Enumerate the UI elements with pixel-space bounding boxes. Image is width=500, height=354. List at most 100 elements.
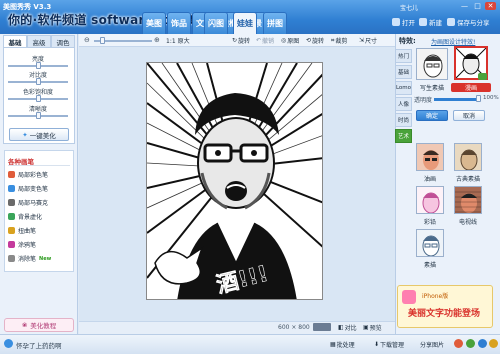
open-button[interactable]: 打开 xyxy=(392,17,415,27)
saturation-knob[interactable] xyxy=(36,95,41,102)
brush-item[interactable]: 局部马赛克 xyxy=(8,198,48,207)
tool-label: 旋转 xyxy=(238,38,251,45)
tab-advanced[interactable]: 高级 xyxy=(27,35,51,47)
recolor-brush-icon xyxy=(8,185,15,192)
tool-label: 旋转 xyxy=(312,38,325,45)
save-share-label: 保存与分享 xyxy=(457,19,490,27)
effect-thumb[interactable] xyxy=(416,143,444,171)
effect-label: 古典素描 xyxy=(455,176,480,183)
opacity-slider[interactable] xyxy=(434,98,480,101)
rotate-button[interactable]: ↻ 旋转 xyxy=(232,36,250,45)
tab-collage[interactable]: 拼图 xyxy=(263,12,287,34)
tab-flash[interactable]: 闪图 xyxy=(204,12,228,34)
image-size: 600 × 800 xyxy=(278,324,310,331)
actual-size-button[interactable]: 1:1 原大 xyxy=(166,36,190,45)
rotate-icon: ⟲ xyxy=(306,37,312,44)
tool-label: 撤销 xyxy=(262,38,275,45)
status-text: 怀孕了上药药啊 xyxy=(16,342,62,350)
tool-label: 原图 xyxy=(287,38,300,45)
new-button[interactable]: 新建 xyxy=(419,17,442,27)
compare-button[interactable]: ◧ 对比 xyxy=(338,323,357,332)
effect-thumb[interactable] xyxy=(416,229,444,257)
tab-accessories[interactable]: 饰品 xyxy=(167,12,191,34)
zoom-out-icon[interactable]: ⊖ xyxy=(84,36,90,44)
pencil-sketch-face-image xyxy=(417,230,443,256)
brush-item[interactable]: 局部彩色笔 xyxy=(8,170,48,179)
crop-button[interactable]: ⌗ 裁剪 xyxy=(331,36,347,46)
effects-title: 特效: xyxy=(399,37,416,45)
brightness-knob[interactable] xyxy=(36,62,41,69)
manga-portrait-image: 酒!!! xyxy=(147,63,322,299)
share-button[interactable]: 分享图片 xyxy=(420,340,444,349)
zoom-knob[interactable] xyxy=(100,37,105,44)
sharpness-knob[interactable] xyxy=(36,112,41,119)
brush-item[interactable]: 涂鸦笔 xyxy=(8,240,36,249)
tab-doll[interactable]: 娃娃 xyxy=(233,12,257,34)
original-icon: ◎ xyxy=(281,37,287,44)
contrast-knob[interactable] xyxy=(36,78,41,85)
oil-painting-face-image xyxy=(417,144,443,170)
download-label: 下载管理 xyxy=(380,342,405,349)
tab-basic-effects[interactable]: 基础 xyxy=(395,65,412,79)
weibo-icon[interactable] xyxy=(454,339,463,348)
confirm-button[interactable]: 确定 xyxy=(416,110,448,121)
cancel-button[interactable]: 取消 xyxy=(453,110,485,121)
effect-thumb[interactable] xyxy=(454,186,482,214)
phone-icon xyxy=(402,290,416,304)
preview-button[interactable]: ▣ 预览 xyxy=(363,323,382,332)
renren-icon[interactable] xyxy=(478,339,487,348)
rotate-button-2[interactable]: ⟲ 旋转 xyxy=(306,36,324,45)
tab-art[interactable]: 艺术 xyxy=(395,129,412,143)
selected-check-icon xyxy=(478,73,487,80)
effect-thumb[interactable] xyxy=(416,186,444,214)
blur-brush-icon xyxy=(8,213,15,220)
magic-wand-icon: ✦ xyxy=(22,130,28,139)
effect-label: 写生素描 xyxy=(419,85,444,92)
compare-label: 对比 xyxy=(344,325,357,332)
classic-sketch-face-image xyxy=(455,144,481,170)
effect-thumb[interactable] xyxy=(416,48,448,80)
maximize-button[interactable]: □ xyxy=(472,2,483,10)
close-button[interactable]: ✕ xyxy=(485,2,496,10)
zoom-in-icon[interactable]: ⊕ xyxy=(154,36,160,44)
user-name[interactable]: 宝七儿 xyxy=(400,3,418,12)
brush-item[interactable]: 背景虚化 xyxy=(8,212,42,221)
original-button[interactable]: ◎ 原图 xyxy=(281,36,299,45)
batch-button[interactable]: ▦ 批处理 xyxy=(330,340,355,349)
brush-item[interactable]: 消除笔 New xyxy=(8,254,51,263)
color-pencil-face-image xyxy=(417,187,443,213)
undo-icon: ↶ xyxy=(256,37,262,44)
batch-icon: ▦ xyxy=(330,341,336,348)
one-click-beautify-button[interactable]: ✦ 一键美化 xyxy=(9,128,69,141)
resize-icon: ⇲ xyxy=(359,37,365,44)
tutorial-button[interactable]: ❀ 美化教程 xyxy=(4,318,74,332)
effect-thumb[interactable] xyxy=(454,143,482,171)
brush-item[interactable]: 局部变色笔 xyxy=(8,184,48,193)
opacity-knob[interactable] xyxy=(476,95,481,102)
tab-portrait[interactable]: 人像 xyxy=(395,97,412,111)
crop-icon: ⌗ xyxy=(331,36,335,44)
color-brush-icon xyxy=(8,171,15,178)
download-manager-button[interactable]: ⬇ 下载管理 xyxy=(374,340,404,349)
photo-canvas[interactable]: 酒!!! xyxy=(146,62,323,300)
tab-meitu[interactable]: 美图 xyxy=(142,12,166,34)
tab-hot[interactable]: 热门 xyxy=(395,49,412,63)
promo-line1: iPhone版 xyxy=(422,293,449,300)
rotate-icon: ↻ xyxy=(232,37,238,44)
preview-label: 预览 xyxy=(369,325,382,332)
more-share-icon[interactable] xyxy=(489,339,498,348)
tab-lomo[interactable]: Lomo xyxy=(395,81,412,95)
promo-banner[interactable]: iPhone版 美丽文字功能登场 xyxy=(397,285,493,328)
undo-button[interactable]: ↶ 撤销 xyxy=(256,36,274,45)
tab-basic[interactable]: 基础 xyxy=(3,35,27,47)
brush-item[interactable]: 扭曲笔 xyxy=(8,226,36,235)
tool-label: 尺寸 xyxy=(365,38,378,45)
tab-fashion[interactable]: 时尚 xyxy=(395,113,412,127)
save-share-button[interactable]: 保存与分享 xyxy=(447,17,490,27)
tab-color[interactable]: 调色 xyxy=(51,35,75,47)
share-label: 分享图片 xyxy=(420,342,445,349)
resize-button[interactable]: ⇲ 尺寸 xyxy=(359,36,377,45)
design-effect-link[interactable]: 为画图设计特效! xyxy=(431,37,475,46)
minimize-button[interactable]: — xyxy=(459,2,470,10)
qzone-icon[interactable] xyxy=(466,339,475,348)
